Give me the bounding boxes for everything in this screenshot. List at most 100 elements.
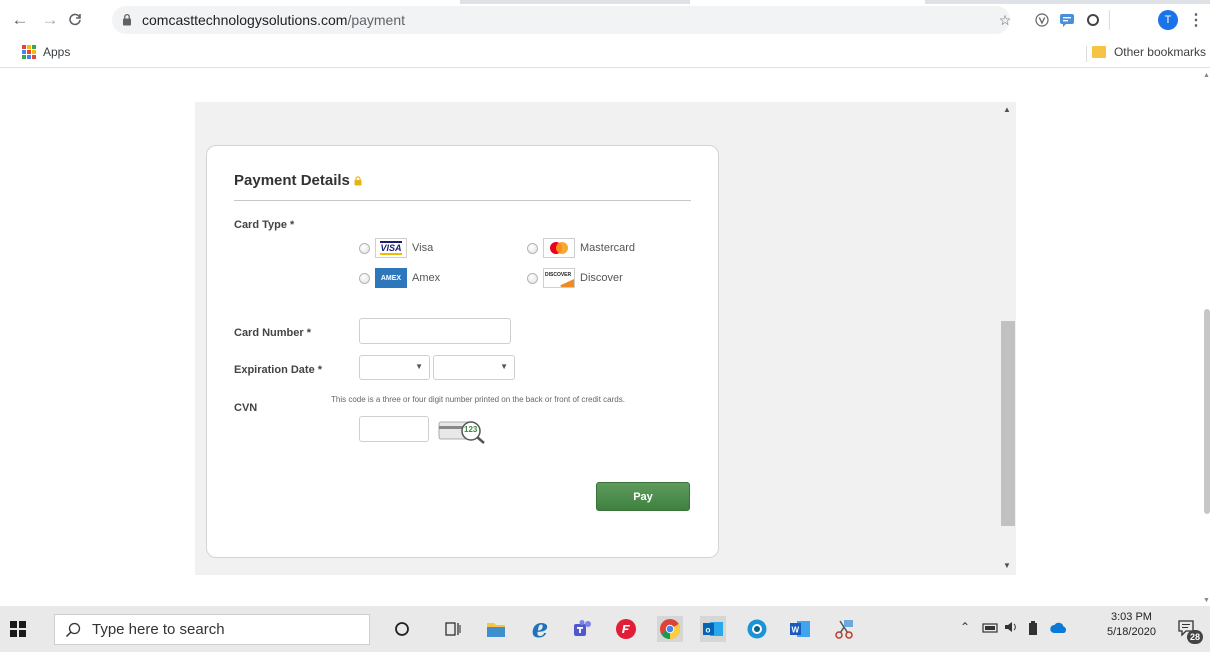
bookmarks-divider [1086, 46, 1087, 62]
svg-text:o: o [706, 626, 711, 635]
amex-label: Amex [412, 272, 441, 284]
url-domain: comcasttechnologysolutions.com [142, 12, 348, 28]
expiration-month-select[interactable]: ▼ [359, 355, 430, 380]
snipping-tool-icon[interactable] [831, 616, 857, 642]
url-text[interactable]: comcasttechnologysolutions.com/payment [142, 12, 405, 28]
reload-icon[interactable] [63, 8, 87, 32]
cvn-sample-digits: 123 [464, 425, 478, 434]
volume-icon[interactable] [1004, 620, 1020, 637]
payment-details-title: Payment Details [234, 172, 350, 189]
card-type-label: Card Type * [234, 219, 295, 231]
kebab-menu-icon[interactable]: ⋮ [1185, 9, 1207, 31]
payment-details-card: Payment Details Card Type * VISA Visa Ma… [206, 145, 719, 558]
bookmarks-bar: Apps Other bookmarks [0, 40, 1210, 68]
discover-stripe [560, 277, 574, 287]
apps-label: Apps [43, 45, 71, 59]
profile-initial: T [1158, 10, 1178, 30]
start-button[interactable] [0, 606, 36, 652]
cvn-help-magnifier-icon: 123 [438, 417, 488, 445]
scroll-down-arrow-icon[interactable]: ▼ [1003, 561, 1011, 570]
folder-icon [1091, 46, 1106, 58]
browser-app-icon[interactable] [744, 616, 770, 642]
tab-strip-edge-right [925, 0, 1210, 4]
bookmark-other[interactable]: Other bookmarks [1091, 45, 1206, 59]
svg-text:W: W [792, 626, 800, 635]
search-placeholder: Type here to search [92, 621, 225, 638]
iframe-scrollbar-thumb[interactable] [1001, 321, 1015, 526]
visa-label: Visa [412, 242, 434, 254]
card-type-option-visa[interactable]: VISA Visa [359, 238, 433, 258]
mastercard-radio[interactable] [527, 242, 538, 254]
amex-logo-icon: AMEX [375, 268, 407, 288]
toolbar-divider [1109, 10, 1110, 30]
padlock-icon [354, 175, 362, 185]
lock-icon [123, 13, 131, 26]
cortana-icon[interactable] [389, 616, 415, 642]
page-title: Payment Details [234, 172, 362, 189]
address-bar[interactable]: comcasttechnologysolutions.com/payment ☆ [112, 6, 1011, 34]
title-divider [234, 200, 691, 201]
notification-count-badge: 28 [1187, 630, 1203, 644]
mastercard-label: Mastercard [580, 242, 636, 254]
amex-logo-text: AMEX [380, 274, 402, 282]
card-number-label: Card Number * [234, 327, 312, 339]
expiration-date-label: Expiration Date * [234, 364, 323, 376]
network-icon[interactable] [982, 621, 998, 638]
taskbar-search[interactable]: Type here to search [54, 614, 370, 645]
onedrive-icon[interactable] [1049, 622, 1069, 637]
chevron-down-icon: ▼ [500, 362, 508, 371]
extension-chat-icon[interactable] [1056, 9, 1078, 31]
task-view-icon[interactable] [440, 616, 466, 642]
profile-avatar[interactable]: T [1157, 9, 1179, 31]
chevron-up-icon[interactable]: ⌃ [960, 620, 970, 634]
amex-radio[interactable] [359, 272, 370, 284]
card-number-input[interactable] [359, 318, 511, 344]
f5-vpn-icon[interactable] [613, 616, 639, 642]
window-scroll-down-icon[interactable]: ▼ [1203, 597, 1210, 604]
scroll-up-arrow-icon[interactable]: ▲ [1003, 105, 1011, 114]
card-type-option-mastercard[interactable]: Mastercard [527, 238, 635, 258]
card-type-option-discover[interactable]: DISCOVER Discover [527, 268, 623, 288]
system-clock[interactable]: 3:03 PM 5/18/2020 [1107, 610, 1156, 640]
search-icon [65, 622, 81, 637]
outlook-icon[interactable]: o [700, 616, 726, 642]
cvn-help-text: This code is a three or four digit numbe… [331, 395, 625, 404]
cvn-label: CVN [234, 402, 258, 414]
forward-arrow-icon[interactable]: → [38, 8, 62, 32]
extension-circle-icon[interactable] [1082, 9, 1104, 31]
visa-logo-text: VISA [380, 241, 402, 255]
pay-button[interactable]: Pay [596, 482, 690, 511]
url-path: /payment [347, 12, 406, 28]
teams-icon[interactable] [570, 616, 596, 642]
discover-logo-text: DISCOVER [545, 272, 572, 278]
battery-icon[interactable] [1028, 620, 1038, 641]
discover-label: Discover [580, 272, 623, 284]
discover-logo-icon: DISCOVER [543, 268, 575, 288]
windows-logo-icon [10, 621, 26, 637]
file-explorer-icon[interactable] [483, 616, 509, 642]
window-scroll-up-icon[interactable]: ▲ [1203, 72, 1210, 79]
back-arrow-icon[interactable]: ← [8, 8, 32, 32]
bookmark-apps[interactable]: Apps [22, 45, 70, 59]
window-scrollbar-thumb[interactable] [1204, 309, 1210, 514]
cvn-input[interactable] [359, 416, 429, 442]
clock-time: 3:03 PM [1110, 611, 1152, 623]
word-icon[interactable]: W [787, 616, 813, 642]
card-type-option-amex[interactable]: AMEX Amex [359, 268, 440, 288]
visa-radio[interactable] [359, 242, 370, 254]
mastercard-logo-icon [543, 238, 575, 258]
other-bookmarks-label: Other bookmarks [1113, 45, 1206, 59]
expiration-year-select[interactable]: ▼ [433, 355, 515, 380]
discover-radio[interactable] [527, 272, 538, 284]
visa-logo-icon: VISA [375, 238, 407, 258]
apps-grid-icon [22, 45, 36, 59]
internet-explorer-icon[interactable]: e [527, 614, 553, 644]
chevron-down-icon: ▼ [415, 362, 423, 371]
chrome-icon[interactable] [657, 616, 683, 642]
bookmark-star-icon[interactable]: ☆ [994, 9, 1016, 31]
extension-v-icon[interactable] [1031, 9, 1053, 31]
clock-date: 5/18/2020 [1107, 626, 1156, 638]
page-viewport: ▲ ▼ ▲ ▼ Payment Details Card Type * VISA… [0, 69, 1210, 606]
browser-toolbar: ← → comcasttechnologysolutions.com/payme… [0, 0, 1210, 40]
tab-strip-edge [460, 0, 690, 4]
